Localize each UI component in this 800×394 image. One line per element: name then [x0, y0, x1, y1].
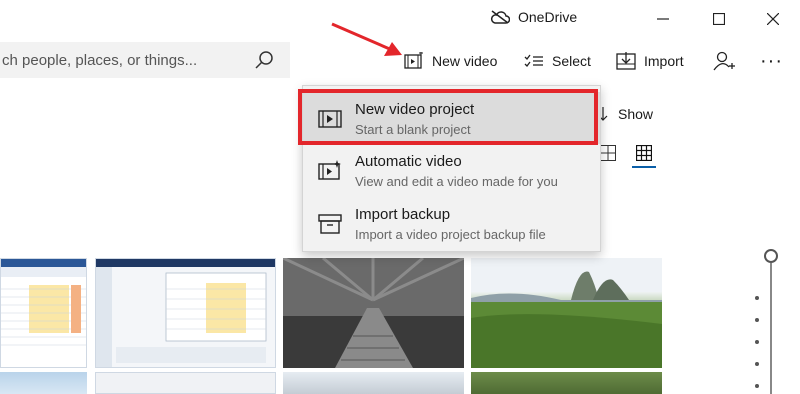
select-list-icon	[524, 54, 543, 67]
large-grid-view-icon[interactable]	[600, 145, 616, 161]
spreadsheet-screenshot-image	[1, 259, 86, 346]
photo-thumbnail[interactable]	[283, 372, 464, 394]
menu-item-title: New video project	[355, 101, 475, 118]
video-project-icon	[318, 110, 342, 128]
photo-thumbnail[interactable]	[95, 258, 276, 368]
pier-photo-image	[283, 258, 464, 368]
archive-icon	[318, 214, 342, 234]
maximize-button[interactable]	[696, 4, 742, 34]
small-grid-view-icon[interactable]	[636, 145, 652, 161]
import-icon	[616, 52, 636, 70]
spreadsheet-screenshot-image	[96, 259, 275, 367]
new-video-icon	[404, 52, 423, 69]
new-video-button[interactable]: New video	[404, 48, 497, 74]
import-label: Import	[644, 53, 684, 69]
photo-thumbnail[interactable]	[0, 372, 87, 394]
new-video-label: New video	[432, 53, 498, 69]
select-label: Select	[552, 53, 591, 69]
timeline-marker	[755, 318, 759, 322]
landscape-photo-image	[471, 258, 662, 368]
select-button[interactable]: Select	[524, 48, 591, 74]
photo-thumbnail[interactable]	[283, 258, 464, 368]
timeline-scrubber-handle[interactable]	[764, 249, 778, 263]
menu-item-title: Automatic video	[355, 153, 462, 170]
maximize-icon	[713, 13, 725, 25]
close-button[interactable]	[750, 4, 796, 34]
minimize-icon	[657, 18, 669, 20]
menu-item-automatic-video[interactable]: Automatic video View and edit a video ma…	[303, 144, 600, 196]
timeline-marker	[755, 340, 759, 344]
menu-item-subtitle: Import a video project backup file	[355, 227, 546, 242]
timeline-marker	[755, 362, 759, 366]
search-icon[interactable]	[254, 50, 274, 70]
add-person-button[interactable]	[713, 48, 735, 74]
close-icon	[767, 13, 779, 25]
menu-item-title: Import backup	[355, 206, 451, 223]
photo-thumbnail[interactable]	[95, 372, 276, 394]
search-input[interactable]	[0, 42, 250, 78]
automatic-video-icon	[318, 160, 341, 180]
menu-item-subtitle: View and edit a video made for you	[355, 174, 558, 189]
onedrive-status[interactable]: OneDrive	[490, 9, 577, 25]
photo-thumbnail[interactable]	[0, 258, 87, 368]
annotation-arrow	[331, 22, 402, 56]
menu-item-new-video-project[interactable]: New video project Start a blank project	[303, 92, 600, 144]
timeline-scrubber-track[interactable]	[770, 263, 772, 394]
more-label: ···	[760, 49, 783, 72]
search-box[interactable]	[0, 42, 290, 78]
show-filter-button[interactable]: Show	[598, 106, 653, 122]
add-person-icon	[713, 51, 735, 71]
photo-thumbnail[interactable]	[471, 258, 662, 368]
more-options-button[interactable]: ···	[760, 48, 783, 74]
new-video-menu: New video project Start a blank project …	[302, 85, 601, 252]
menu-item-subtitle: Start a blank project	[355, 122, 471, 137]
photo-thumbnail[interactable]	[471, 372, 662, 394]
show-label: Show	[618, 106, 654, 122]
timeline-marker	[755, 384, 759, 388]
menu-item-import-backup[interactable]: Import backup Import a video project bac…	[303, 197, 600, 249]
timeline-marker	[755, 296, 759, 300]
minimize-button[interactable]	[640, 4, 686, 34]
active-view-indicator	[632, 166, 656, 168]
onedrive-cloud-icon	[491, 10, 510, 24]
import-button[interactable]: Import	[616, 48, 684, 74]
onedrive-label: OneDrive	[518, 9, 578, 25]
